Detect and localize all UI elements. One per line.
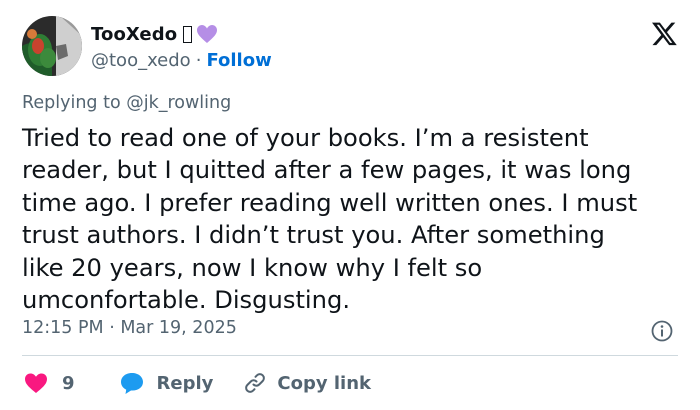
handle[interactable]: @too_xedo xyxy=(91,50,191,71)
tweet-text: Tried to read one of your books. I’m a r… xyxy=(22,124,638,315)
reply-label: Reply xyxy=(156,372,214,394)
reply-button[interactable]: Reply xyxy=(119,371,214,395)
x-logo-icon[interactable] xyxy=(651,20,678,47)
reply-bubble-icon xyxy=(120,373,143,394)
author-name-row[interactable]: TooXedo xyxy=(91,22,218,46)
purple-heart-emoji-icon xyxy=(197,25,218,43)
separator-dot: · xyxy=(195,49,202,71)
heart-icon xyxy=(25,373,47,393)
link-icon xyxy=(245,373,266,393)
timestamp[interactable]: 12:15 PM · Mar 19, 2025 xyxy=(22,318,237,338)
copy-link-label: Copy link xyxy=(277,372,371,394)
copy-link-button[interactable]: Copy link xyxy=(243,371,371,395)
display-name[interactable]: TooXedo xyxy=(91,24,177,45)
like-count: 9 xyxy=(62,372,75,394)
missing-glyph-box xyxy=(183,25,193,43)
avatar[interactable] xyxy=(22,16,82,76)
divider xyxy=(22,355,678,356)
action-bar: 9 Reply Copy link xyxy=(24,368,371,398)
handle-row: @too_xedo · Follow xyxy=(91,48,272,72)
avatar-image xyxy=(22,16,82,76)
info-icon[interactable] xyxy=(651,320,673,342)
replying-to: Replying to @jk_rowling xyxy=(22,93,232,113)
follow-button[interactable]: Follow xyxy=(206,50,271,71)
tweet-card: TooXedo @too_xedo · Follow Replying to @… xyxy=(0,0,700,410)
like-button[interactable]: 9 xyxy=(24,372,75,394)
